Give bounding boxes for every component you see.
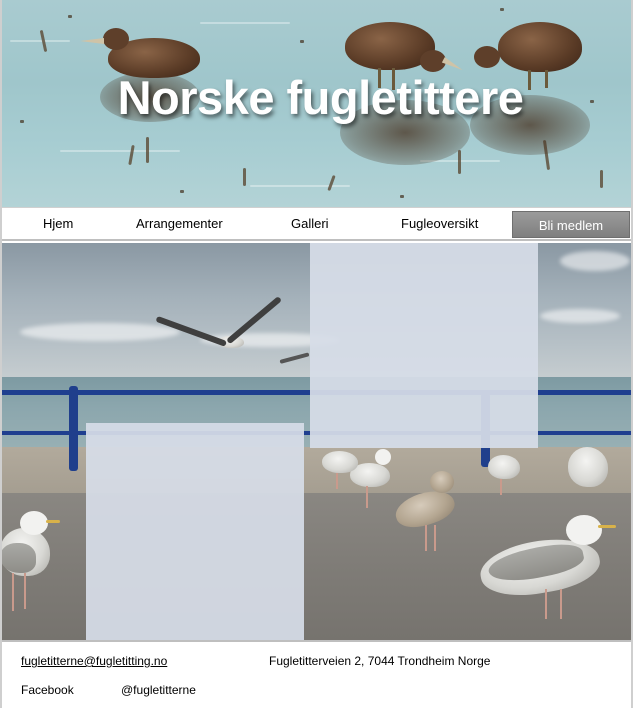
footer-facebook-handle[interactable]: @fugletitterne bbox=[121, 683, 196, 697]
footer-facebook-label: Facebook bbox=[21, 683, 74, 697]
cloud bbox=[20, 323, 180, 341]
reed bbox=[146, 137, 149, 163]
nav-item-galleri[interactable]: Galleri bbox=[291, 216, 329, 231]
reed bbox=[128, 144, 135, 166]
chick-bird bbox=[498, 22, 582, 72]
seagull-leg bbox=[434, 525, 436, 551]
debris bbox=[400, 195, 404, 198]
water-ripple bbox=[200, 22, 290, 24]
seagull-leg bbox=[24, 573, 26, 609]
footer-address: Fugletitterveien 2, 7044 Trondheim Norge bbox=[269, 654, 491, 668]
seagull-leg bbox=[425, 525, 427, 551]
nav-item-arrangementer[interactable]: Arrangementer bbox=[136, 216, 223, 231]
cloud bbox=[560, 251, 630, 271]
seagull-head bbox=[430, 471, 454, 493]
water-ripple bbox=[250, 185, 350, 187]
seagull-head bbox=[566, 515, 602, 545]
site-title: Norske fugletittere bbox=[117, 71, 524, 124]
nav-item-fugleoversikt[interactable]: Fugleoversikt bbox=[401, 216, 478, 231]
seagull-beak bbox=[46, 520, 60, 523]
water-ripple bbox=[10, 40, 70, 42]
debris bbox=[68, 15, 72, 18]
railing-post bbox=[69, 386, 78, 471]
seagull-leg bbox=[500, 479, 502, 495]
reed bbox=[458, 150, 461, 174]
chick-head bbox=[474, 46, 500, 68]
reed bbox=[243, 168, 246, 186]
seagull-leg bbox=[545, 589, 547, 619]
seagull-head bbox=[20, 511, 48, 535]
seagull bbox=[568, 447, 608, 487]
content-panel-right bbox=[310, 243, 538, 448]
header-banner: Norske fugletittere bbox=[0, 0, 633, 207]
water-ripple bbox=[60, 150, 180, 152]
hero-image bbox=[0, 243, 633, 640]
seagull bbox=[488, 455, 520, 479]
nav-item-hjem[interactable]: Hjem bbox=[43, 216, 73, 231]
content-panel-left bbox=[86, 423, 304, 640]
seagull-head bbox=[375, 449, 391, 465]
cloud bbox=[540, 309, 620, 323]
chick-head bbox=[103, 28, 129, 50]
debris bbox=[500, 8, 504, 11]
seagull-leg bbox=[336, 473, 338, 489]
main-navigation: Hjem Arrangementer Galleri Fugleoversikt… bbox=[0, 207, 633, 241]
seagull-beak bbox=[598, 525, 616, 528]
page-border-left bbox=[0, 0, 2, 708]
seagull-leg bbox=[366, 486, 368, 508]
debris bbox=[180, 190, 184, 193]
seagull-leg bbox=[560, 589, 562, 619]
reed bbox=[600, 170, 603, 188]
seagull-wing bbox=[0, 543, 36, 573]
debris bbox=[300, 40, 304, 43]
seagull-leg bbox=[12, 573, 14, 611]
chick-beak bbox=[80, 38, 104, 44]
seagull bbox=[322, 451, 358, 473]
join-button[interactable]: Bli medlem bbox=[512, 211, 630, 238]
footer-email-link[interactable]: fugletitterne@fugletitting.no bbox=[21, 654, 167, 668]
reed bbox=[327, 174, 336, 192]
footer: fugletitterne@fugletitting.no Fugletitte… bbox=[0, 640, 633, 708]
